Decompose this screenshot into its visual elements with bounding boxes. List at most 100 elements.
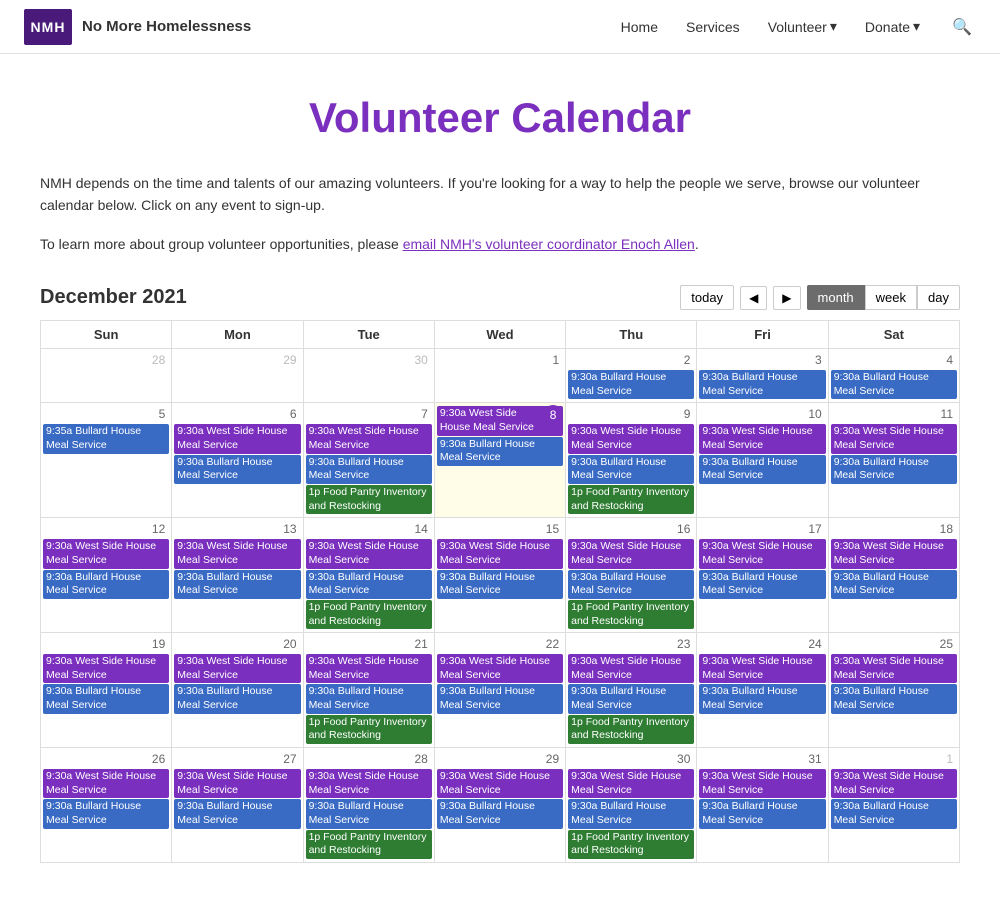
event[interactable]: 9:30a Bullard House Meal Service xyxy=(699,455,825,484)
event[interactable]: 9:30a Bullard House Meal Service xyxy=(306,455,432,484)
event[interactable]: 9:30a West Side House Meal Service xyxy=(699,539,825,568)
event[interactable]: 9:30a West Side House Meal Service xyxy=(699,654,825,683)
next-button[interactable]: ▶ xyxy=(773,286,800,310)
event[interactable]: 9:30a West Side House Meal Service xyxy=(306,769,432,798)
event[interactable]: 9:30a Bullard House Meal Service xyxy=(831,799,957,828)
event[interactable]: 9:30a Bullard House Meal Service xyxy=(699,799,825,828)
event[interactable]: 9:30a Bullard House Meal Service xyxy=(174,684,300,713)
calendar-controls: today ◀ ▶ month week day xyxy=(680,285,960,310)
event[interactable]: 9:30a Bullard House Meal Service xyxy=(568,370,694,399)
main-content: Volunteer Calendar NMH depends on the ti… xyxy=(20,54,980,903)
volunteer-coordinator-link[interactable]: email NMH's volunteer coordinator Enoch … xyxy=(403,236,695,252)
event[interactable]: 1p Food Pantry Inventory and Restocking xyxy=(568,715,694,744)
day-cell: 24 9:30a West Side House Meal Service 9:… xyxy=(697,633,828,748)
event[interactable]: 9:30a Bullard House Meal Service xyxy=(831,455,957,484)
event[interactable]: 9:30a West Side House Meal Service xyxy=(437,769,563,798)
prev-button[interactable]: ◀ xyxy=(740,286,767,310)
event[interactable]: 9:30a Bullard House Meal Service xyxy=(699,570,825,599)
col-fri: Fri xyxy=(697,321,828,349)
event[interactable]: 1p Food Pantry Inventory and Restocking xyxy=(568,600,694,629)
event[interactable]: 9:30a West Side House Meal Service xyxy=(43,539,169,568)
logo-icon: NMH xyxy=(24,9,72,45)
event[interactable]: 9:30a West Side House Meal Service xyxy=(568,424,694,453)
event[interactable]: 9:30a Bullard House Meal Service xyxy=(437,437,563,466)
nav-volunteer[interactable]: Volunteer ▾ xyxy=(768,18,837,35)
event[interactable]: 9:30a Bullard House Meal Service xyxy=(568,455,694,484)
event[interactable]: 9:30a Bullard House Meal Service xyxy=(437,570,563,599)
day-cell: 16 9:30a West Side House Meal Service 9:… xyxy=(566,518,697,633)
event[interactable]: 1p Food Pantry Inventory and Restocking xyxy=(306,715,432,744)
day-cell: 4 9:30a Bullard House Meal Service xyxy=(828,349,959,403)
event[interactable]: 9:30a Bullard House Meal Service xyxy=(437,684,563,713)
event[interactable]: 9:30a West Side House Meal Service xyxy=(306,539,432,568)
event[interactable]: 9:30a Bullard House Meal Service xyxy=(306,570,432,599)
event[interactable]: 9:30a West Side House Meal Service xyxy=(831,424,957,453)
day-view-button[interactable]: day xyxy=(917,285,960,310)
event[interactable]: 9:30a Bullard House Meal Service xyxy=(174,570,300,599)
event[interactable]: 9:30a West Side House Meal Service xyxy=(568,539,694,568)
event[interactable]: 9:30a West Side House Meal Service xyxy=(174,539,300,568)
search-button[interactable]: 🔍 xyxy=(948,13,976,41)
event[interactable]: 9:30a Bullard House Meal Service xyxy=(831,570,957,599)
chevron-down-icon: ▾ xyxy=(830,18,837,35)
day-cell: 25 9:30a West Side House Meal Service 9:… xyxy=(828,633,959,748)
table-row: 28 29 30 1 2 9:30a Bullard House Meal Se… xyxy=(41,349,960,403)
day-cell: 29 9:30a West Side House Meal Service 9:… xyxy=(434,747,565,862)
event[interactable]: 9:30a West Side House Meal Service xyxy=(437,539,563,568)
event[interactable]: 9:30a Bullard House Meal Service xyxy=(43,684,169,713)
event[interactable]: 1p Food Pantry Inventory and Restocking xyxy=(568,830,694,859)
event[interactable]: 9:30a West Side House Meal Service xyxy=(831,539,957,568)
today-button[interactable]: today xyxy=(680,285,734,310)
event[interactable]: 9:30a Bullard House Meal Service xyxy=(174,455,300,484)
event[interactable]: 9:30a West Side House Meal Service xyxy=(174,654,300,683)
event[interactable]: 9:30a West Side House Meal Service xyxy=(306,654,432,683)
event[interactable]: 9:30a Bullard House Meal Service xyxy=(437,799,563,828)
event[interactable]: 9:30a West Side House Meal Service xyxy=(437,654,563,683)
event[interactable]: 9:30a West Side House Meal Service xyxy=(568,654,694,683)
event[interactable]: 9:30a Bullard House Meal Service xyxy=(306,684,432,713)
day-cell: 14 9:30a West Side House Meal Service 9:… xyxy=(303,518,434,633)
day-cell: 6 9:30a West Side House Meal Service 9:3… xyxy=(172,403,303,518)
event[interactable]: 9:30a Bullard House Meal Service xyxy=(699,684,825,713)
day-cell: 22 9:30a West Side House Meal Service 9:… xyxy=(434,633,565,748)
event[interactable]: 1p Food Pantry Inventory and Restocking xyxy=(306,600,432,629)
event[interactable]: 1p Food Pantry Inventory and Restocking xyxy=(306,830,432,859)
col-wed: Wed xyxy=(434,321,565,349)
nav-donate[interactable]: Donate ▾ xyxy=(865,18,920,35)
nav-services[interactable]: Services xyxy=(686,19,740,35)
event[interactable]: 9:30a West Side House Meal Service xyxy=(174,424,300,453)
nav-home[interactable]: Home xyxy=(621,19,658,35)
site-header: NMH No More Homelessness Home Services V… xyxy=(0,0,1000,54)
event[interactable]: 9:30a Bullard House Meal Service xyxy=(43,799,169,828)
event[interactable]: 1p Food Pantry Inventory and Restocking xyxy=(306,485,432,514)
col-thu: Thu xyxy=(566,321,697,349)
event[interactable]: 9:30a West Side House Meal Service xyxy=(306,424,432,453)
day-cell: 27 9:30a West Side House Meal Service 9:… xyxy=(172,747,303,862)
event[interactable]: 9:30a West Side House Meal Service xyxy=(831,769,957,798)
event[interactable]: 1p Food Pantry Inventory and Restocking xyxy=(568,485,694,514)
day-cell: 19 9:30a West Side House Meal Service 9:… xyxy=(41,633,172,748)
event[interactable]: 9:30a Bullard House Meal Service xyxy=(568,684,694,713)
event[interactable]: 9:30a West Side House Meal Service xyxy=(568,769,694,798)
table-row: 5 9:35a Bullard House Meal Service 6 9:3… xyxy=(41,403,960,518)
event[interactable]: 9:30a West Side House Meal Service xyxy=(43,769,169,798)
event[interactable]: 9:30a West Side House Meal Service xyxy=(43,654,169,683)
month-view-button[interactable]: month xyxy=(807,285,865,310)
event[interactable]: 9:30a Bullard House Meal Service xyxy=(43,570,169,599)
event[interactable]: 9:30a Bullard House Meal Service xyxy=(174,799,300,828)
event[interactable]: 9:30a Bullard House Meal Service xyxy=(831,370,957,399)
event[interactable]: 9:30a West Side House Meal Service xyxy=(699,769,825,798)
day-cell: 1 9:30a West Side House Meal Service 9:3… xyxy=(828,747,959,862)
event[interactable]: 9:30a Bullard House Meal Service xyxy=(568,799,694,828)
event[interactable]: 9:30a West Side House Meal Service xyxy=(831,654,957,683)
event[interactable]: 9:35a Bullard House Meal Service xyxy=(43,424,169,453)
event[interactable]: 9:30a Bullard House Meal Service xyxy=(306,799,432,828)
event[interactable]: 9:30a Bullard House Meal Service xyxy=(699,370,825,399)
event[interactable]: 9:30a Bullard House Meal Service xyxy=(831,684,957,713)
week-view-button[interactable]: week xyxy=(865,285,917,310)
event[interactable]: 9:30a West Side House Meal Service xyxy=(174,769,300,798)
event[interactable]: 9:30a West Side House Meal Service xyxy=(699,424,825,453)
chevron-down-icon: ▾ xyxy=(913,18,920,35)
event[interactable]: 9:30a Bullard House Meal Service xyxy=(568,570,694,599)
day-cell: 2 9:30a Bullard House Meal Service xyxy=(566,349,697,403)
